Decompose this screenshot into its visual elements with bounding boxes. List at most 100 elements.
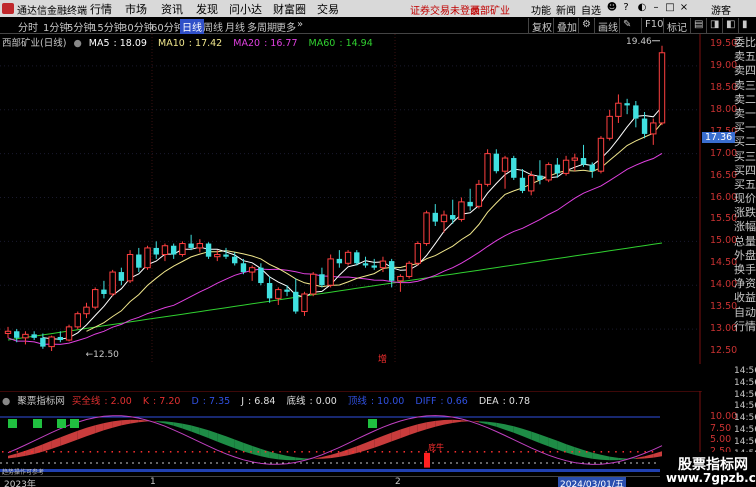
menu-hangqing[interactable]: 行情 [90, 1, 112, 17]
menu-shichang[interactable]: 市场 [125, 1, 147, 17]
signal-dot [593, 451, 595, 453]
book-row-label[interactable]: 买二 [734, 135, 756, 149]
menu-zixuan[interactable]: 自选 [581, 2, 601, 17]
book-row-label[interactable]: 卖五 [734, 50, 756, 64]
tick-time: 14:56 [734, 424, 756, 435]
ind-value-5: 10.00 [377, 396, 405, 407]
menu-caifuquan[interactable]: 财富圈 [273, 1, 306, 17]
candle-body [83, 306, 90, 315]
signal-dot [235, 451, 238, 453]
book-row-label[interactable]: 卖一 [734, 107, 756, 121]
book-row-label[interactable]: 总量 [734, 235, 756, 249]
close-icon[interactable]: × [678, 2, 690, 14]
period-more[interactable]: 更多 [276, 19, 296, 34]
candle-body [153, 247, 159, 255]
minimize-icon[interactable]: – [650, 2, 662, 14]
signal-dot [140, 451, 143, 453]
book-row-label[interactable]: 买四 [734, 164, 756, 178]
panel-toggle-icon[interactable]: ▮ [738, 18, 751, 33]
period-monthly[interactable]: 月线 [225, 19, 245, 34]
draw-tool-icon[interactable]: ✎ [619, 18, 634, 33]
skin-icon[interactable]: ◐ [636, 2, 648, 14]
fuquan-button[interactable]: 复权 [528, 18, 555, 34]
menu-xinwen[interactable]: 新闻 [556, 2, 576, 17]
book-row-label[interactable]: 现价 [734, 192, 756, 206]
book-row-label[interactable]: 净资 [734, 277, 756, 291]
signal-dot [16, 451, 19, 453]
signal-dot [498, 451, 500, 453]
buy-4 [70, 419, 79, 428]
indicator-name[interactable]: 聚票指标网 [17, 396, 65, 407]
book-row-label[interactable]: 换手 [734, 263, 756, 277]
menu-zixun[interactable]: 资讯 [161, 1, 183, 17]
signal-dot [272, 451, 274, 453]
book-row-label[interactable]: 自动 [734, 306, 756, 320]
candle-body [562, 159, 570, 174]
huaxian-button[interactable]: 画线 [594, 18, 621, 34]
menu-jiaoyi[interactable]: 交易 [317, 1, 339, 17]
period-fenshi[interactable]: 分时 [18, 19, 38, 34]
stock-name: 西部矿业(日线) [2, 38, 67, 49]
period-multi[interactable]: 多周期 [247, 19, 277, 34]
candle-body [48, 336, 55, 348]
period-30min[interactable]: 30分钟 [121, 19, 154, 34]
signal-dot [381, 451, 384, 453]
candle-body [537, 175, 543, 180]
menu-faxian[interactable]: 发现 [196, 1, 218, 17]
signal-dot [388, 451, 391, 453]
menu-wenxiaoda[interactable]: 问小达 [229, 1, 262, 17]
biaoji-button[interactable]: 标记 [663, 18, 690, 34]
book-row-label[interactable]: 买三 [734, 150, 756, 164]
layout-icon[interactable]: ▤ [690, 18, 706, 33]
book-row-label[interactable]: 外盘 [734, 249, 756, 263]
book-row-label[interactable]: 卖四 [734, 64, 756, 78]
signal-dot [155, 451, 157, 453]
period-5min[interactable]: 5分钟 [67, 19, 93, 34]
ma5-name: MA5 [88, 38, 110, 49]
book-row-label[interactable]: 买一 [734, 121, 756, 135]
indicator-settings-icon[interactable]: ● [2, 396, 10, 407]
maximize-icon[interactable]: □ [664, 2, 676, 14]
book-row-label[interactable]: 卖三 [734, 79, 756, 93]
candle [179, 241, 186, 257]
book-row-label[interactable]: 买五 [734, 178, 756, 192]
book-row-label[interactable]: 委比 [734, 36, 756, 50]
book-row-label[interactable]: 涨跌 [734, 206, 756, 220]
diejia-button[interactable]: 叠加 [553, 18, 580, 34]
book-row-label[interactable]: 卖二 [734, 93, 756, 107]
signal-dot [67, 451, 70, 453]
settings-icon[interactable]: ⚙ [578, 18, 594, 33]
signal-dot [651, 451, 654, 453]
collapse-icon[interactable]: ◧ [722, 18, 738, 33]
period-weekly[interactable]: 周线 [203, 19, 223, 34]
help-icon[interactable]: ? [620, 2, 632, 14]
settings-gear-icon[interactable]: ● [73, 38, 81, 49]
menu-youke[interactable]: 游客 [711, 2, 731, 17]
expand-icon[interactable]: ◨ [706, 18, 722, 33]
candle-body [405, 262, 413, 277]
signal-dot [513, 451, 515, 453]
signal-dot [476, 451, 478, 453]
period-15min[interactable]: 15分钟 [91, 19, 124, 34]
candle-body [248, 267, 256, 273]
bottom-bull-label: 底牛 [428, 442, 444, 452]
book-row-label[interactable]: 行情 [734, 320, 756, 334]
ind-label-7: DEA [478, 396, 499, 407]
signal-dot [257, 451, 259, 453]
marker-zeng: 增 [378, 353, 387, 364]
period-daily[interactable]: 日线 [180, 19, 204, 34]
candle-body [319, 274, 325, 286]
menu-gongneng[interactable]: 功能 [531, 2, 551, 17]
signal-dot [315, 451, 318, 453]
candle-body [597, 137, 605, 172]
period-60min[interactable]: 60分钟 [151, 19, 184, 34]
candlestick-chart[interactable]: 19.46 ←12.50 增 [0, 34, 702, 364]
signal-dot [148, 451, 150, 453]
user-icon[interactable]: ☻ [606, 2, 618, 14]
signal-dot [527, 451, 530, 453]
period-1min[interactable]: 1分钟 [43, 19, 69, 34]
signal-dot [454, 451, 457, 453]
more-dropdown-icon[interactable]: » [297, 19, 303, 30]
book-row-label[interactable]: 涨幅 [734, 220, 756, 234]
book-row-label[interactable]: 收益 [734, 291, 756, 305]
